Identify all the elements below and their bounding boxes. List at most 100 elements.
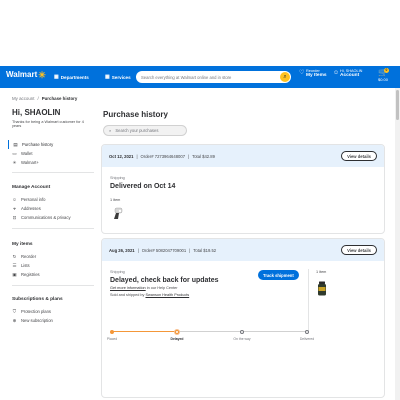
my-items-heading: My items [12,242,33,247]
item-count: 1 item [110,198,121,202]
sidebar-item-communications[interactable]: ⊡ Communications & privacy [8,213,94,222]
scrollbar-thumb[interactable] [396,90,399,120]
sidebar-item-label: New subscription [21,318,53,323]
shield-icon: ⛉ [12,309,17,314]
sidebar-item-label: Personal info [21,197,46,202]
help-center-text: Get more information in our Help Center [110,286,305,290]
sidebar-item-walmart-plus[interactable]: ✳ Walmart+ [8,158,94,167]
sidebar-item-label: Registries [21,272,40,277]
progress-step-dot [305,329,309,334]
sidebar-item-label: Reorder [21,254,37,259]
page-title: Purchase history [103,110,168,119]
header-search-input[interactable]: Search everything at Walmart online and … [136,71,291,83]
account-bottom-label: Account [340,72,360,78]
item-count: 1 item [316,270,327,274]
order-date: Oct 12, 2021 [109,153,134,159]
order-date: Aug 26, 2021 [109,247,135,253]
sidebar-main-section: ▤ Purchase history ▭ Wallet ✳ Walmart+ [8,140,94,167]
order-card: Aug 26, 2021 | Order# 5082047709001 | To… [101,238,385,398]
breadcrumb-my-account[interactable]: My account [12,96,34,101]
order-card-header: Aug 26, 2021 | Order# 5082047709001 | To… [102,239,384,261]
reorder-link[interactable]: ♡ Reorder My Items [299,69,327,78]
reorder-icon: ↻ [12,253,17,259]
person-icon: ☺ [333,70,340,76]
departments-label: Departments [60,74,89,80]
purchase-search-placeholder: Search your purchases [115,128,159,133]
account-sidebar: Hi, SHAOLIN Thanks for being a Walmart c… [8,108,94,323]
view-details-button[interactable]: View details [341,151,377,161]
progress-step-label: Delayed [170,337,184,341]
sold-by-label: Sold and shipped by [110,293,145,297]
sidebar-divider [12,285,94,286]
order-number: Order# 7273964648007 [140,153,186,159]
sidebar-item-registries[interactable]: ▣ Registries [8,270,94,279]
order-total: Total $19.52 [193,247,217,253]
services-button[interactable]: ▦ Services [101,70,135,84]
purchase-search-input[interactable]: ⌕ Search your purchases [103,125,187,136]
heart-icon: ♡ [299,70,305,76]
cart-button[interactable]: 🛒 0 $0.00 [376,68,390,82]
header-separator: | [136,153,138,159]
progress-step-label: On the way [233,337,251,341]
account-link[interactable]: ☺ Hi, SHAOLIN Account [333,69,362,78]
spark-icon: ✳ [12,159,17,165]
logo-text: Walmart [6,70,38,79]
header-separator: | [189,247,191,253]
subscriptions-heading: Subscriptions & plans [12,297,63,302]
customer-tenure-text: Thanks for being a Walmart customer for … [12,120,84,128]
sidebar-item-label: Walmart+ [21,160,39,165]
track-shipment-button[interactable]: Track shipment [258,270,299,280]
sidebar-item-label: Wallet [21,151,33,156]
receipt-icon: ▤ [13,141,18,147]
seller-link[interactable]: Swanson Health Products [145,293,189,297]
sidebar-item-label: Communications & privacy [21,215,71,220]
progress-step-dot [110,329,114,334]
sidebar-item-reorder[interactable]: ↻ Reorder [8,252,94,261]
sidebar-item-wallet[interactable]: ▭ Wallet [8,149,94,158]
card-column-divider [308,269,309,331]
spark-icon: ✳ [38,69,46,80]
progress-step-dot [240,329,244,334]
header-search-placeholder: Search everything at Walmart online and … [141,74,232,80]
product-thumbnail[interactable] [317,281,327,296]
sidebar-account-section: Manage Account ☺ Personal info ⌖ Address… [8,183,94,222]
header-separator: | [137,247,139,253]
page-scrollbar[interactable] [395,88,400,400]
sidebar-item-lists[interactable]: ☰ Lists [8,261,94,270]
sidebar-item-protection-plans[interactable]: ⛉ Protection plans [8,307,94,316]
seller-text: Sold and shipped by Swanson Health Produ… [110,293,305,297]
sidebar-item-label: Protection plans [21,309,52,314]
search-icon[interactable]: ⌕ [280,72,290,82]
product-thumbnail[interactable] [111,207,125,221]
wallet-icon: ▭ [12,150,17,156]
header-separator: | [188,153,190,159]
order-card-header: Oct 12, 2021 | Order# 7273964648007 | To… [102,145,384,167]
help-center-link[interactable]: Get more information [110,286,146,290]
sidebar-myitems-section: My items ↻ Reorder ☰ Lists ▣ Registries [8,240,94,279]
sidebar-item-personal-info[interactable]: ☺ Personal info [8,195,94,204]
order-total: Total $42.89 [192,153,215,159]
sidebar-item-label: Lists [21,263,30,268]
services-icon: ▦ [105,74,110,80]
grid-icon: ▦ [54,74,59,80]
shipment-block: Shipping Delivered on Oct 14 1 item [110,176,175,202]
sidebar-item-addresses[interactable]: ⌖ Addresses [8,204,94,213]
progress-step-label: Delivered [299,337,315,341]
progress-step-dot [175,329,179,334]
sidebar-item-new-subscription[interactable]: ⊕ New subscription [8,316,94,325]
sidebar-divider [12,228,94,229]
search-icon: ⌕ [109,128,112,133]
sidebar-item-label: Purchase history [22,142,54,147]
departments-button[interactable]: ▦ Departments [50,70,93,84]
breadcrumb: My account / Purchase history [12,96,77,101]
shipment-progress-bar [110,329,309,334]
sidebar-item-purchase-history[interactable]: ▤ Purchase history [8,140,94,149]
cart-total: $0.00 [377,77,388,82]
progress-step-label: Placed [106,337,118,341]
view-details-button[interactable]: View details [341,245,377,255]
walmart-logo[interactable]: Walmart ✳ [6,70,46,79]
services-label: Services [111,74,131,80]
plus-icon: ⊕ [12,317,17,323]
lock-icon: ⊡ [12,214,17,220]
person-icon: ☺ [12,197,17,202]
